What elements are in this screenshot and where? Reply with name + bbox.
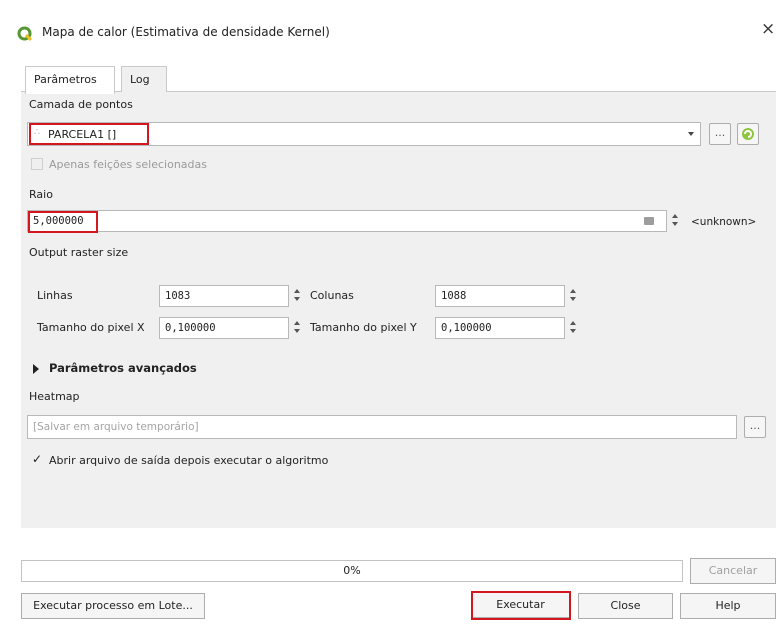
clear-icon[interactable] xyxy=(644,217,654,225)
radius-unit: <unknown> xyxy=(691,216,757,228)
iterate-button[interactable] xyxy=(737,123,759,145)
pixel-y-label: Tamanho do pixel Y xyxy=(310,321,417,334)
open-after-label: Abrir arquivo de saída depois executar o… xyxy=(49,454,329,467)
radius-input[interactable]: 5,000000 xyxy=(27,210,667,232)
heatmap-label: Heatmap xyxy=(29,390,80,403)
cancel-button[interactable]: Cancelar xyxy=(690,558,776,584)
selected-only-label: Apenas feições selecionadas xyxy=(49,158,208,171)
pixel-x-value: 0,100000 xyxy=(165,322,216,334)
window-title: Mapa de calor (Estimativa de densidade K… xyxy=(42,25,330,39)
highlight-box-layer xyxy=(29,123,149,145)
radius-spinner-icon[interactable] xyxy=(670,211,680,231)
progress-bar: 0% xyxy=(21,560,683,582)
chevron-down-icon[interactable] xyxy=(688,132,694,136)
close-icon[interactable]: × xyxy=(761,19,775,39)
pixel-x-spinner-icon[interactable] xyxy=(292,318,302,338)
qgis-logo-icon xyxy=(17,26,33,42)
heatmap-browse-button[interactable]: ... xyxy=(744,416,766,438)
cols-label: Colunas xyxy=(310,289,354,302)
output-raster-size-label: Output raster size xyxy=(29,246,129,259)
cols-input[interactable]: 1088 xyxy=(435,285,565,307)
help-button[interactable]: Help xyxy=(680,593,776,619)
cols-value: 1088 xyxy=(441,290,467,302)
expand-arrow-icon[interactable] xyxy=(33,364,39,374)
pixel-y-spinner-icon[interactable] xyxy=(568,318,578,338)
radius-label: Raio xyxy=(29,188,53,201)
parameters-content: Camada de pontos ∴ PARCELA1 [] ... Apena… xyxy=(21,92,776,528)
batch-process-button[interactable]: Executar processo em Lote... xyxy=(21,593,205,619)
rows-input[interactable]: 1083 xyxy=(159,285,289,307)
highlight-box-radius xyxy=(28,211,98,233)
selected-only-checkbox[interactable] xyxy=(31,158,43,170)
layer-browse-button[interactable]: ... xyxy=(709,123,731,145)
tab-log[interactable]: Log xyxy=(121,66,167,93)
parameters-panel: Parâmetros Log Camada de pontos ∴ PARCEL… xyxy=(21,58,776,528)
rows-spinner-icon[interactable] xyxy=(292,286,302,306)
highlight-box-run xyxy=(471,591,571,620)
open-after-check-icon[interactable]: ✓ xyxy=(32,452,42,466)
pixel-y-value: 0,100000 xyxy=(441,322,492,334)
rows-value: 1083 xyxy=(165,290,191,302)
title-bar: Mapa de calor (Estimativa de densidade K… xyxy=(0,0,784,60)
rows-label: Linhas xyxy=(37,289,73,302)
heatmap-output-placeholder: [Salvar em arquivo temporário] xyxy=(33,421,199,433)
point-layer-label: Camada de pontos xyxy=(29,98,133,111)
close-button[interactable]: Close xyxy=(578,593,673,619)
tab-bar: Parâmetros Log xyxy=(21,58,776,94)
progress-text: 0% xyxy=(343,564,361,577)
tab-parameters[interactable]: Parâmetros xyxy=(25,66,115,94)
cols-spinner-icon[interactable] xyxy=(568,286,578,306)
pixel-x-input[interactable]: 0,100000 xyxy=(159,317,289,339)
advanced-parameters-toggle[interactable]: Parâmetros avançados xyxy=(49,361,197,375)
pixel-y-input[interactable]: 0,100000 xyxy=(435,317,565,339)
green-refresh-icon xyxy=(742,128,754,140)
heatmap-output-input[interactable]: [Salvar em arquivo temporário] xyxy=(27,415,737,439)
pixel-x-label: Tamanho do pixel X xyxy=(37,321,145,334)
